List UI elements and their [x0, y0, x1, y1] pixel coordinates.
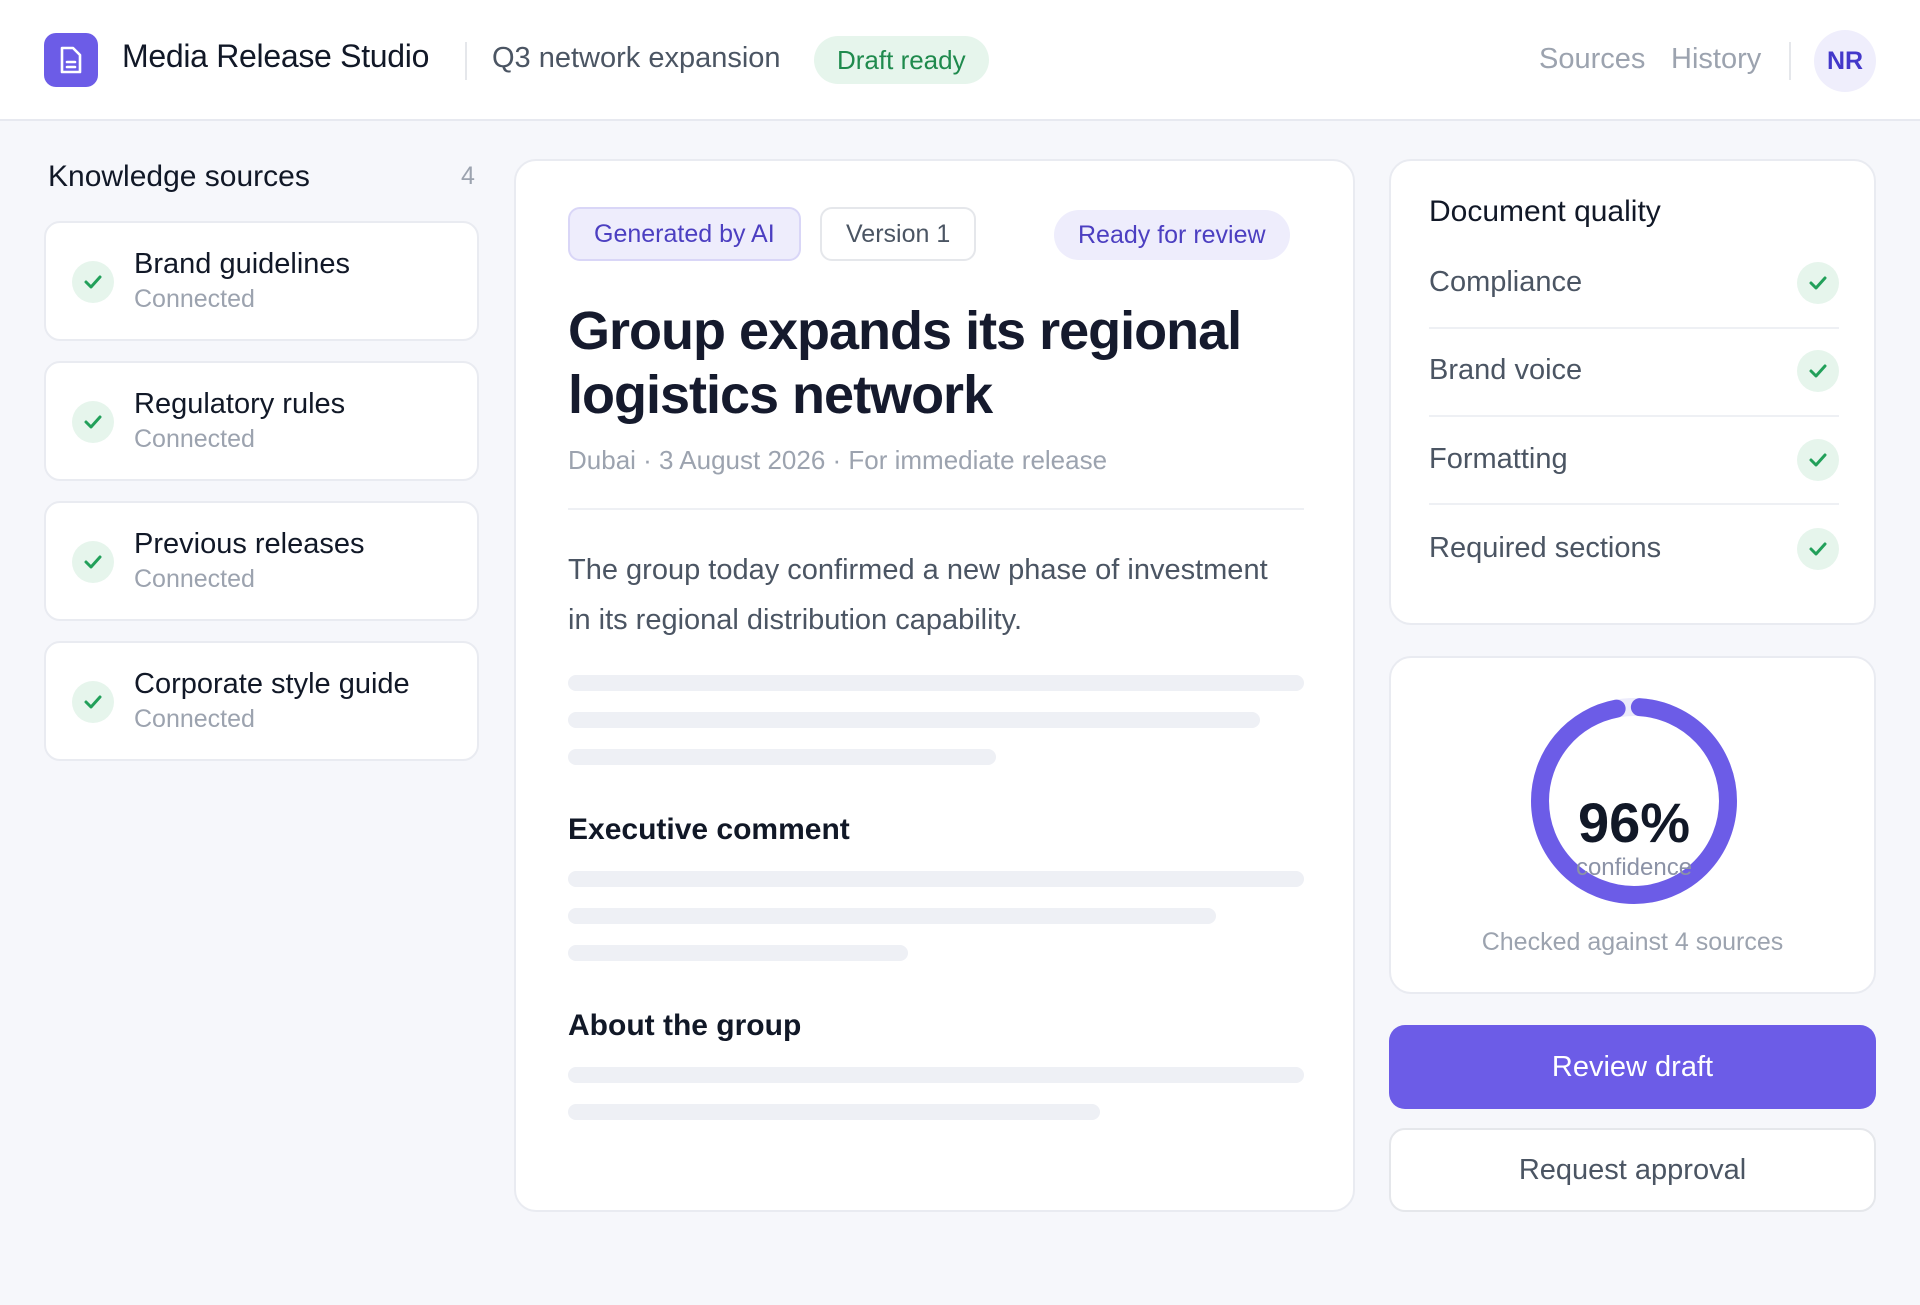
source-card-regulatory-rules[interactable]: Regulatory rules Connected: [44, 361, 479, 481]
document-quality-panel: Document quality Compliance Brand voice …: [1389, 159, 1876, 625]
top-bar: Media Release Studio Q3 network expansio…: [0, 0, 1920, 121]
quality-check-brand-voice: Brand voice: [1429, 330, 1839, 418]
check-icon: [1797, 528, 1839, 570]
quality-check-label: Compliance: [1429, 266, 1583, 298]
placeholder-line: [568, 675, 1304, 691]
divider: [1429, 327, 1839, 329]
source-name: Brand guidelines: [134, 248, 351, 280]
check-icon: [72, 401, 114, 443]
check-icon: [1797, 262, 1839, 304]
source-name: Regulatory rules: [134, 388, 346, 420]
lead-paragraph: The group today confirmed a new phase of…: [568, 554, 1268, 636]
check-icon: [72, 681, 114, 723]
source-card-previous-releases[interactable]: Previous releases Connected: [44, 501, 479, 621]
source-name: Previous releases: [134, 528, 365, 560]
check-icon: [1797, 350, 1839, 392]
confidence-value: 96%: [1577, 791, 1691, 854]
placeholder-line: [568, 908, 1216, 924]
source-status: Connected: [134, 425, 255, 453]
quality-check-compliance: Compliance: [1429, 242, 1839, 330]
document-quality-title: Document quality: [1429, 195, 1661, 228]
quality-check-label: Required sections: [1429, 532, 1662, 564]
placeholder-line: [568, 1104, 1100, 1120]
user-avatar[interactable]: NR: [1814, 30, 1876, 92]
confidence-panel: 96% confidence Checked against 4 sources: [1389, 656, 1876, 994]
divider: [1429, 503, 1839, 505]
quality-check-required-sections: Required sections: [1429, 508, 1839, 596]
quality-check-formatting: Formatting: [1429, 419, 1839, 507]
source-status: Connected: [134, 565, 255, 593]
document-icon: [44, 33, 98, 87]
release-dateline: Dubai · 3 August 2026 · For immediate re…: [568, 445, 1108, 475]
sources-count: 4: [461, 162, 475, 190]
review-draft-button[interactable]: Review draft: [1389, 1025, 1876, 1109]
check-icon: [72, 541, 114, 583]
source-card-corporate-style-guide[interactable]: Corporate style guide Connected: [44, 641, 479, 761]
divider: [568, 508, 1304, 510]
nav-history-link[interactable]: History: [1671, 43, 1761, 76]
document-preview: Generated by AI Version 1 Ready for revi…: [514, 159, 1355, 1212]
placeholder-line: [568, 871, 1304, 887]
check-icon: [72, 261, 114, 303]
generated-by-ai-tag: Generated by AI: [568, 207, 801, 261]
app-title: Media Release Studio: [122, 38, 430, 74]
placeholder-line: [568, 945, 908, 961]
source-status: Connected: [134, 705, 255, 733]
section-heading-executive-comment: Executive comment: [568, 813, 850, 846]
divider: [1429, 415, 1839, 417]
review-status-badge: Ready for review: [1054, 210, 1290, 260]
quality-check-label: Formatting: [1429, 443, 1568, 475]
placeholder-line: [568, 712, 1260, 728]
knowledge-sources-title: Knowledge sources: [48, 160, 310, 193]
header-divider: [465, 42, 467, 80]
quality-check-label: Brand voice: [1429, 354, 1583, 386]
header-divider: [1789, 42, 1791, 80]
placeholder-line: [568, 749, 996, 765]
confidence-caption: Checked against 4 sources: [1481, 928, 1784, 956]
confidence-label: confidence: [1575, 854, 1693, 881]
placeholder-line: [568, 1067, 1304, 1083]
project-name: Q3 network expansion: [492, 42, 781, 74]
source-name: Corporate style guide: [134, 668, 410, 700]
source-status: Connected: [134, 285, 255, 313]
check-icon: [1797, 439, 1839, 481]
release-headline: Group expands its regional logistics net…: [568, 301, 1242, 425]
request-approval-button[interactable]: Request approval: [1389, 1128, 1876, 1212]
nav-sources-link[interactable]: Sources: [1539, 43, 1645, 76]
draft-status-badge: Draft ready: [814, 36, 989, 84]
section-heading-about-the-group: About the group: [568, 1009, 802, 1042]
confidence-gauge: 96% confidence: [1529, 696, 1739, 911]
source-card-brand-guidelines[interactable]: Brand guidelines Connected: [44, 221, 479, 341]
version-tag[interactable]: Version 1: [820, 207, 977, 261]
